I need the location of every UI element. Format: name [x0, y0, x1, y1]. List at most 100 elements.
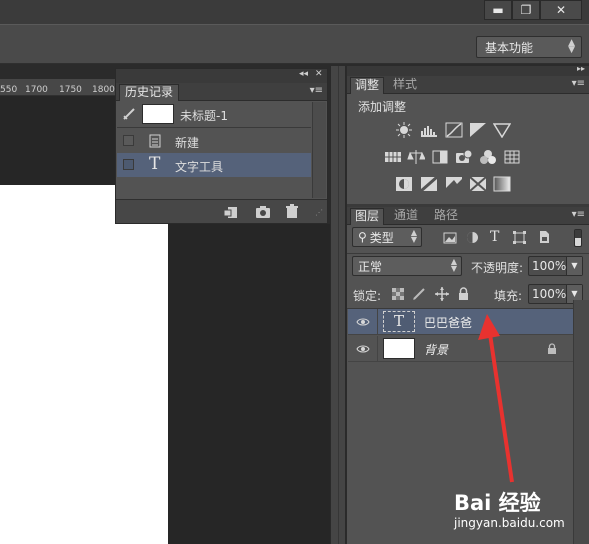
document-canvas[interactable] [0, 185, 168, 544]
fill-value: 100% [532, 287, 567, 301]
layer-row-text[interactable]: T 巴巴爸爸 [348, 309, 573, 335]
resize-grip-icon[interactable]: ⋰ [315, 208, 323, 217]
filter-shape-icon[interactable] [513, 231, 526, 244]
history-state-label: 新建 [175, 136, 200, 150]
lock-label: 锁定: [353, 289, 382, 303]
workspace-switcher[interactable]: 基本功能 ▲ ▼ [476, 36, 582, 58]
camera-icon[interactable] [255, 205, 271, 219]
layer-row-background[interactable]: 背景 [348, 336, 573, 362]
filter-type-icon[interactable]: T [490, 229, 499, 245]
filter-smart-object-icon[interactable] [538, 230, 551, 244]
filter-toggle-switch[interactable] [574, 229, 582, 247]
close-button[interactable]: ✕ [540, 0, 582, 20]
layer-name: 巴巴爸爸 [424, 316, 473, 330]
opacity-value: 100% [532, 259, 567, 273]
history-checkbox[interactable] [123, 135, 134, 146]
panel-menu-icon[interactable]: ▾≡ [572, 209, 585, 220]
photo-filter-icon[interactable] [455, 149, 473, 165]
adjustments-heading: 添加调整 [358, 100, 407, 114]
panel-menu-icon[interactable]: ▾≡ [310, 85, 323, 96]
chevron-updown-icon: ▲ ▼ [450, 257, 457, 273]
history-footer: ⋰ [116, 199, 327, 223]
filter-adjustment-icon[interactable] [466, 231, 479, 244]
color-balance-icon[interactable] [407, 149, 425, 165]
history-state[interactable]: 新建 [117, 129, 311, 153]
history-brush-icon[interactable] [122, 107, 136, 121]
curves-icon[interactable] [445, 122, 463, 138]
layer-filter-kind[interactable]: ⚲ 类型 ▲ ▼ [352, 227, 422, 247]
opacity-input[interactable]: 100% ▼ [528, 256, 583, 276]
tab-history[interactable]: 历史记录 [119, 84, 180, 101]
threshold-icon[interactable] [445, 176, 463, 192]
channel-mixer-icon[interactable] [479, 149, 497, 165]
lock-all-icon[interactable] [458, 287, 469, 300]
tab-channels[interactable]: 通道 [390, 208, 422, 225]
gradient-map-icon[interactable] [493, 176, 511, 192]
filter-pixel-icon[interactable] [443, 232, 457, 244]
lock-transparent-pixels-icon[interactable] [392, 288, 404, 300]
history-checkbox[interactable] [123, 159, 134, 170]
search-icon: ⚲ [358, 230, 367, 244]
history-state[interactable]: T 文字工具 [117, 153, 311, 177]
restore-button[interactable]: ❐ [512, 0, 540, 20]
selective-color-icon[interactable] [469, 176, 487, 192]
tab-styles[interactable]: 样式 [389, 77, 421, 94]
ruler-tick: 1750 [59, 85, 82, 95]
minimize-button[interactable]: ▬ [484, 0, 512, 20]
lock-position-icon[interactable] [435, 287, 449, 301]
title-bar: ▬ ❐ ✕ [0, 0, 589, 24]
layer-name: 背景 [424, 343, 449, 357]
history-state-label: 文字工具 [175, 160, 224, 174]
watermark-logo: Bai 经验 [454, 491, 541, 515]
opacity-label: 不透明度: [471, 261, 524, 275]
layer-lock-icon [548, 343, 556, 354]
close-panel-icon[interactable]: ✕ [315, 69, 323, 79]
tab-adjustments[interactable]: 调整 [350, 77, 385, 94]
type-layer-icon: T [394, 312, 405, 330]
chevron-down-icon[interactable]: ▼ [566, 257, 582, 275]
tab-paths[interactable]: 路径 [430, 208, 462, 225]
blend-mode-value: 正常 [358, 259, 383, 274]
horizontal-ruler: 550 1700 1750 1800 [0, 79, 125, 96]
history-scrollbar[interactable] [312, 102, 326, 198]
history-snapshot[interactable]: 未标题-1 [117, 102, 311, 126]
pasteboard [168, 224, 330, 544]
invert-icon[interactable] [395, 176, 413, 192]
filter-kind-label: 类型 [369, 230, 394, 245]
new-document-from-state-icon[interactable] [223, 205, 239, 219]
visibility-eye-icon[interactable] [356, 343, 370, 355]
collapse-icon[interactable]: ◂◂ [299, 69, 308, 79]
workspace-label: 基本功能 [485, 40, 534, 55]
color-lookup-icon[interactable] [503, 149, 521, 165]
annotation-arrow [478, 314, 514, 483]
ruler-tick: 550 [0, 85, 18, 95]
exposure-icon[interactable] [469, 122, 487, 138]
background-layer-thumbnail [383, 338, 415, 359]
watermark: Bai 经验 jingyan.baidu.com [448, 487, 588, 535]
snapshot-thumbnail [142, 104, 174, 124]
visibility-eye-icon[interactable] [356, 316, 370, 328]
dock-header: ▸▸ [347, 64, 589, 76]
blend-mode-select[interactable]: 正常 ▲ ▼ [352, 256, 462, 276]
type-tool-icon: T [149, 154, 161, 174]
levels-icon[interactable] [420, 122, 438, 138]
tab-layers[interactable]: 图层 [350, 208, 385, 225]
panel-menu-icon[interactable]: ▾≡ [572, 78, 585, 89]
posterize-icon[interactable] [420, 176, 438, 192]
expand-icon[interactable]: ▸▸ [577, 64, 585, 73]
panel-header: ◂◂ ✕ [116, 69, 327, 83]
vibrance-icon[interactable] [493, 122, 511, 138]
chevron-updown-icon: ▲ ▼ [568, 38, 575, 55]
chevron-updown-icon: ▲ ▼ [410, 228, 417, 244]
snapshot-name: 未标题-1 [180, 109, 228, 123]
right-panel-dock: ▸▸ 调整 样式 ▾≡ 添加调整 图层 通道 路径 ▾≡ ⚲ 类型 ▲▼ T [347, 64, 589, 544]
black-white-icon[interactable] [431, 149, 449, 165]
lock-image-pixels-icon[interactable] [412, 287, 426, 301]
trash-icon[interactable] [285, 204, 299, 219]
brightness-contrast-icon[interactable] [395, 122, 413, 138]
hue-saturation-icon[interactable] [384, 149, 402, 165]
watermark-url: jingyan.baidu.com [454, 516, 565, 530]
ruler-tick: 1800 [92, 85, 115, 95]
ruler-tick: 1700 [25, 85, 48, 95]
panel-dock-gutter [330, 66, 346, 544]
